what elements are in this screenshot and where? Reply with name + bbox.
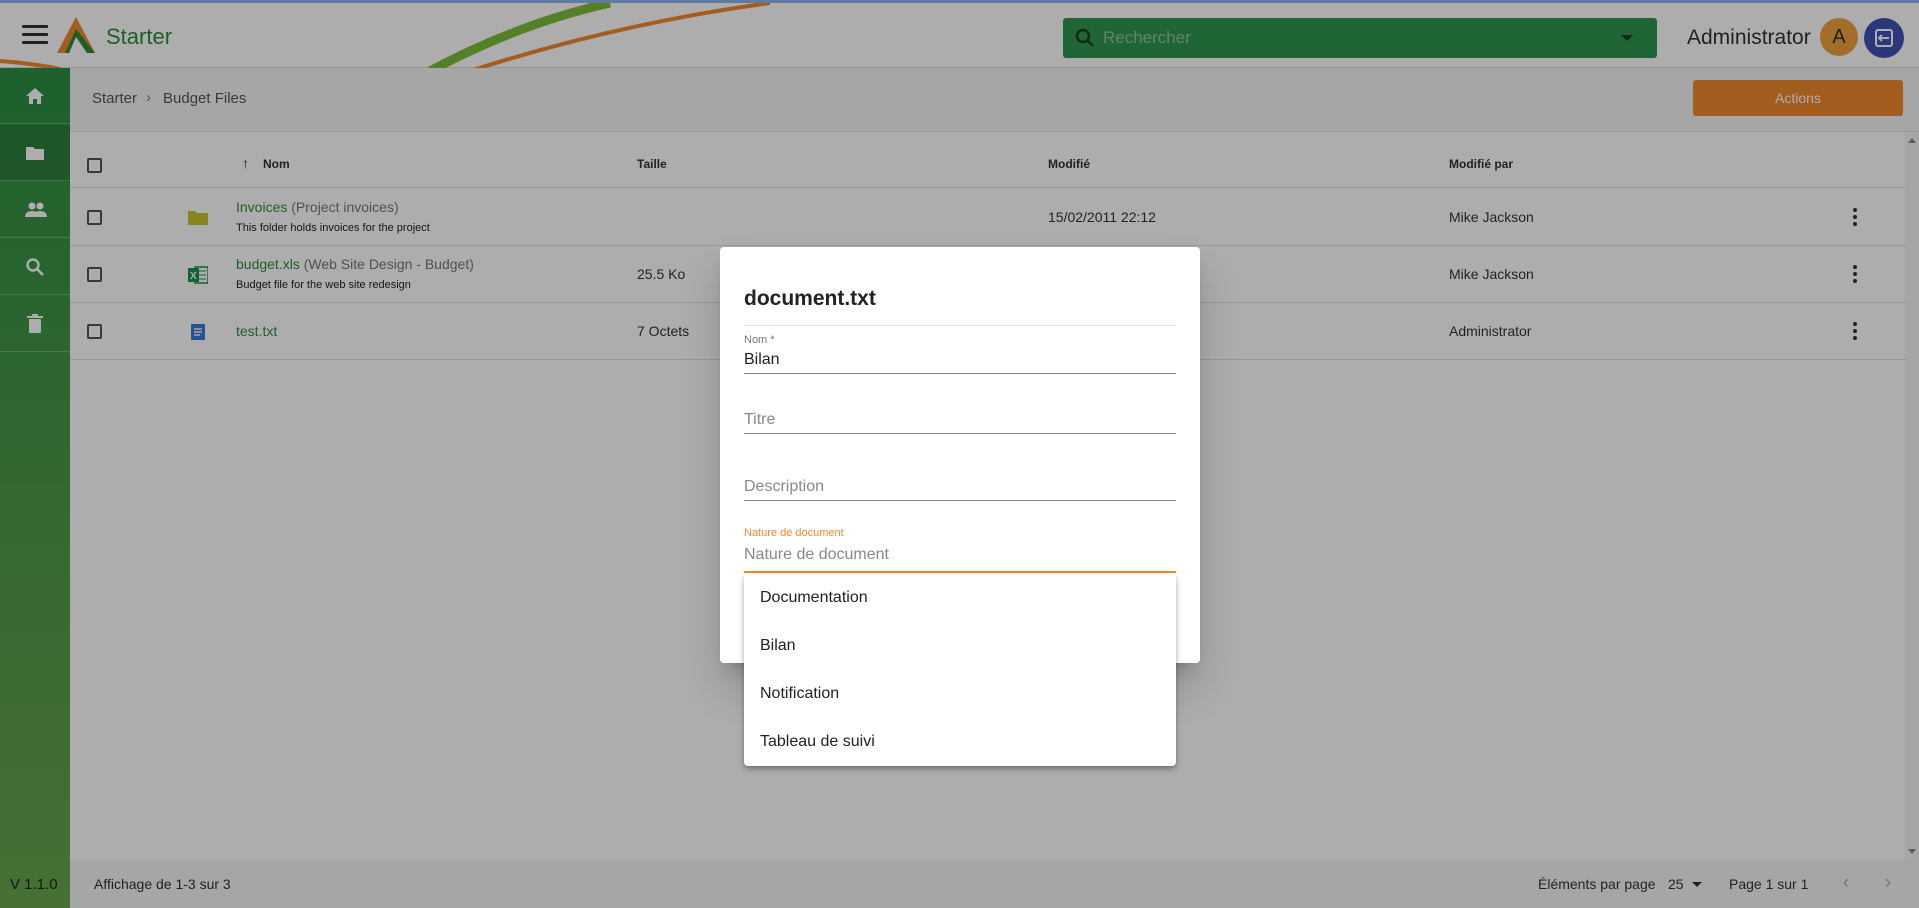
title-input[interactable] [744,409,1176,431]
option-notification[interactable]: Notification [744,670,1176,718]
dialog-divider [744,325,1176,326]
dialog-title: document.txt [744,287,876,310]
name-field[interactable]: Nom * [744,327,1176,375]
nature-input[interactable] [744,543,1176,567]
option-tableau-de-suivi[interactable]: Tableau de suivi [744,718,1176,766]
option-bilan[interactable]: Bilan [744,622,1176,670]
option-documentation[interactable]: Documentation [744,574,1176,622]
nature-label: Nature de document [744,527,844,539]
name-input[interactable] [744,349,1176,371]
title-field[interactable] [744,387,1176,435]
nature-field[interactable]: Nature de document [744,527,1176,575]
name-label: Nom * [744,334,775,346]
description-input[interactable] [744,476,1176,498]
nature-autocomplete-panel: Documentation Bilan Notification Tableau… [744,574,1176,766]
description-field[interactable] [744,454,1176,502]
